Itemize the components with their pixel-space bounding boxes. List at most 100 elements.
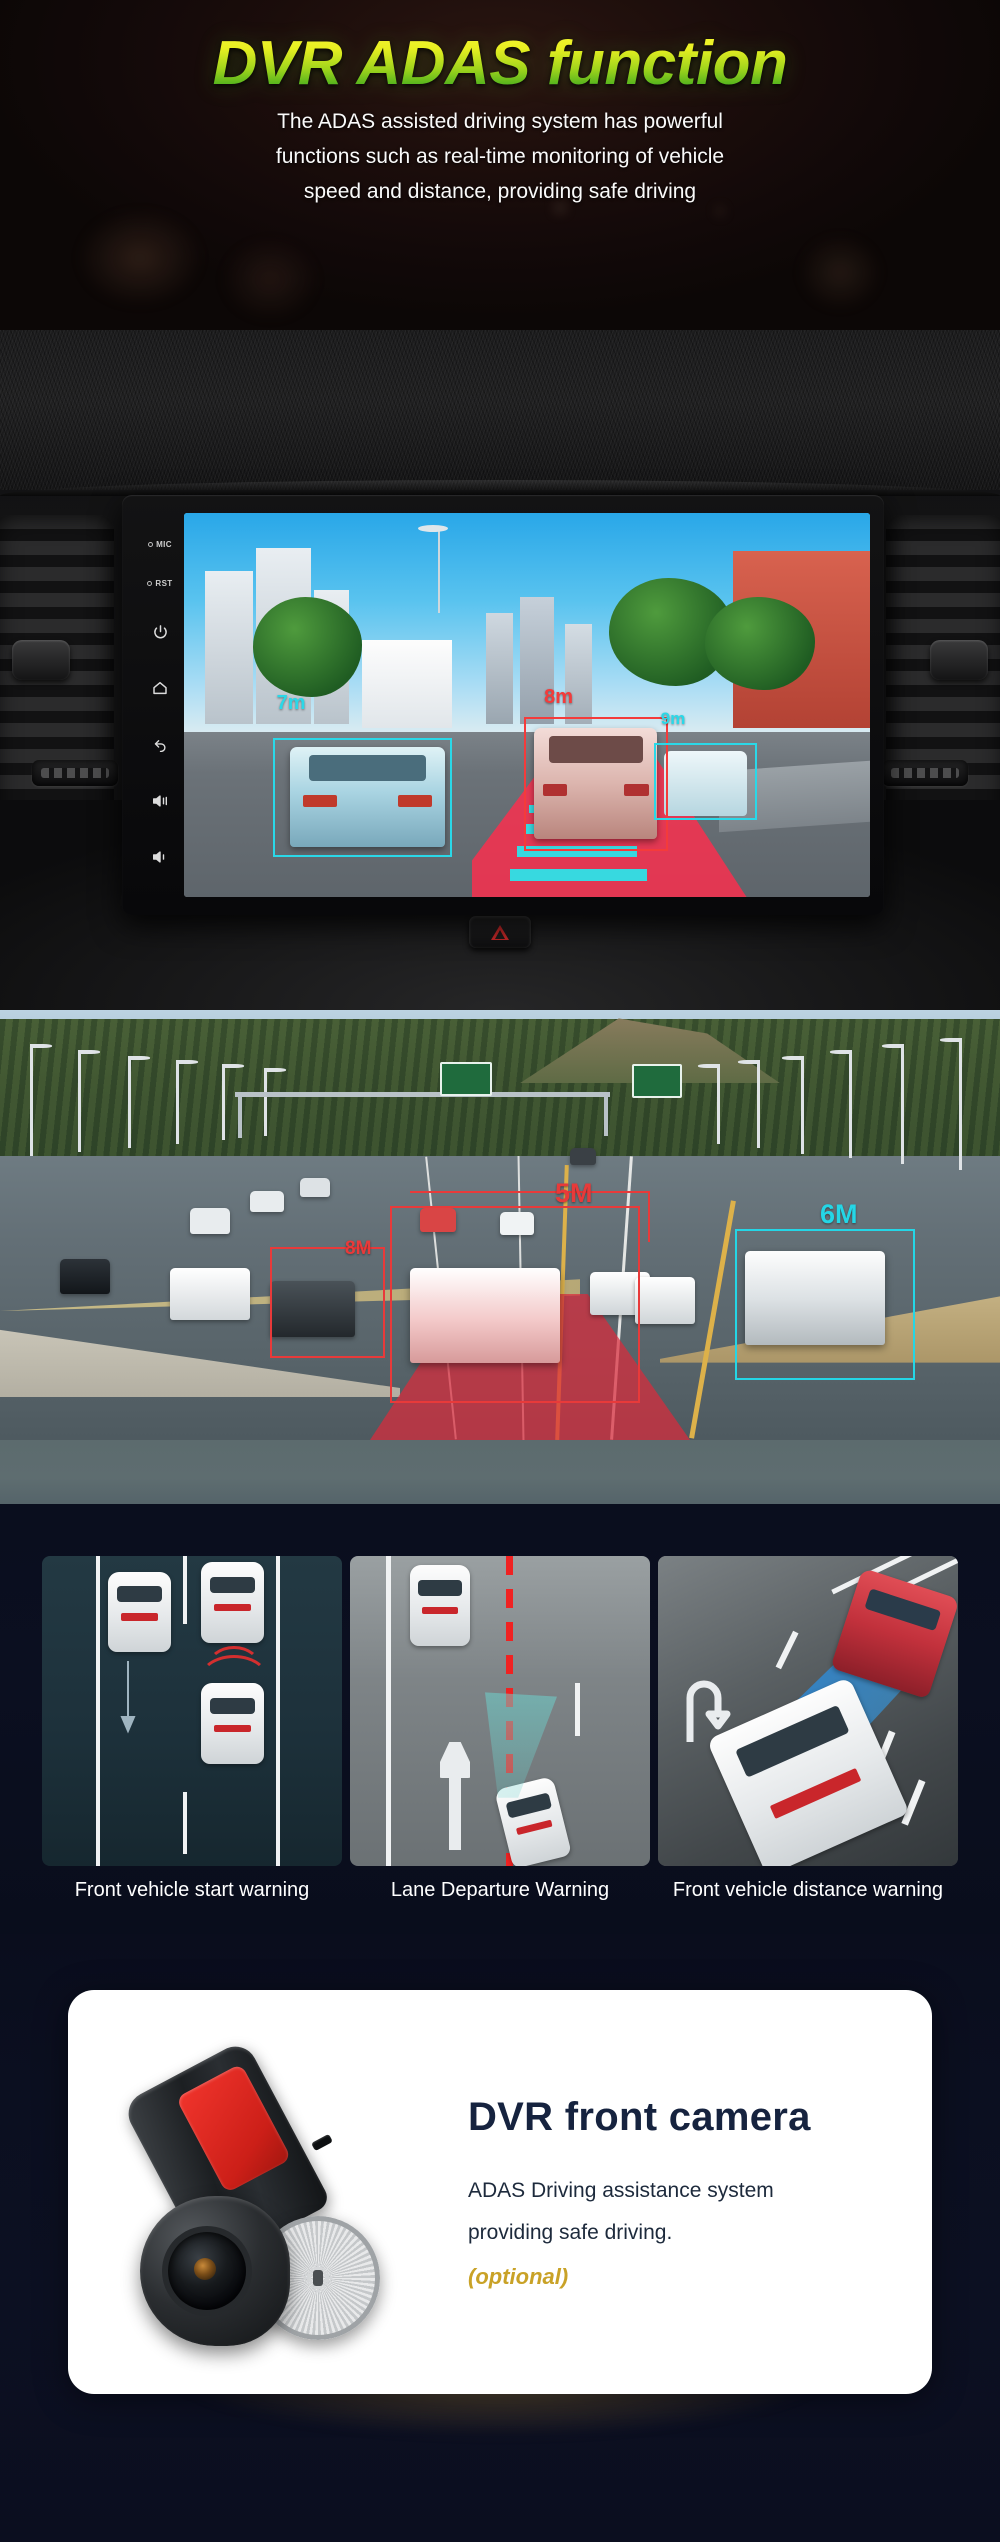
- light-pole: [782, 1056, 804, 1154]
- hero-section: DVR ADAS function The ADAS assisted driv…: [0, 0, 1000, 330]
- dashboard-section: MIC RST 7m 8m 9m: [0, 330, 1000, 1010]
- detection-box-right: [653, 743, 757, 821]
- light-pole: [940, 1038, 962, 1170]
- detection-box-left: [273, 737, 452, 857]
- feature-card-lane-departure[interactable]: [350, 1556, 650, 1866]
- highway-vehicle: [250, 1190, 284, 1213]
- dvr-camera-card: DVR front camera ADAS Driving assistance…: [68, 1990, 932, 2394]
- reset-label-text: RST: [155, 579, 173, 589]
- vent-slats: [886, 515, 1000, 845]
- home-icon[interactable]: [147, 675, 173, 701]
- highway-vehicle: [170, 1268, 250, 1320]
- vent-knob[interactable]: [12, 640, 70, 680]
- highway-vehicle: [570, 1147, 596, 1165]
- dvr-camera-section: DVR front camera ADAS Driving assistance…: [0, 1934, 1000, 2542]
- dashcam-device-illustration: [116, 2038, 416, 2346]
- feature-label-front-vehicle-start: Front vehicle start warning: [74, 1879, 310, 1901]
- light-pole: [30, 1044, 52, 1156]
- air-vent-left: [0, 515, 118, 845]
- highway-vehicle: [300, 1177, 330, 1198]
- car-top-view: [201, 1562, 264, 1643]
- light-pole: [78, 1050, 100, 1152]
- light-pole: [264, 1068, 286, 1136]
- lane-line: [96, 1556, 100, 1866]
- power-icon[interactable]: [147, 619, 173, 645]
- volume-up-icon[interactable]: [147, 788, 173, 814]
- light-pole: [830, 1050, 852, 1158]
- back-icon[interactable]: [147, 731, 173, 757]
- billboard-wall: [362, 639, 452, 729]
- dashcam-port: [311, 2133, 333, 2152]
- section-separator-band: [0, 1440, 1000, 1504]
- highway-detection-box-8m: [270, 1246, 385, 1359]
- gantry-leg: [238, 1092, 242, 1138]
- dvr-body-line-1: ADAS Driving assistance system: [468, 2178, 774, 2202]
- adas-product-page: DVR ADAS function The ADAS assisted driv…: [0, 0, 1000, 2542]
- dashcam-lens: [168, 2232, 246, 2310]
- direction-arrow-icon: [120, 1661, 136, 1740]
- console-button-right[interactable]: [882, 760, 968, 786]
- tree: [705, 597, 816, 690]
- hero-subtitle-line-3: speed and distance, providing safe drivi…: [303, 180, 697, 203]
- overhead-gantry: [235, 1092, 610, 1097]
- light-pole: [176, 1060, 198, 1144]
- car-top-view: [108, 1571, 171, 1653]
- forward-arrow-icon: [436, 1738, 474, 1855]
- light-pole: [222, 1064, 244, 1140]
- mic-label-icon: MIC: [148, 540, 172, 549]
- dvr-optional-note: (optional): [468, 2263, 569, 2289]
- vent-knob[interactable]: [930, 640, 988, 680]
- head-unit-screen[interactable]: 7m 8m 9m: [184, 513, 870, 897]
- dvr-camera-body: ADAS Driving assistance system providing…: [468, 2170, 876, 2254]
- highway-distance-label-6m: 6M: [820, 1199, 858, 1230]
- highway-vehicle: [635, 1276, 695, 1324]
- light-pole: [738, 1060, 760, 1148]
- street-lamp: [417, 525, 448, 613]
- head-unit-side-buttons: MIC RST: [136, 513, 184, 897]
- light-pole: [698, 1064, 720, 1144]
- gantry-leg: [604, 1092, 608, 1136]
- dvr-camera-text: DVR front camera ADAS Driving assistance…: [468, 2095, 932, 2290]
- highway-distance-label-5m: 5M: [555, 1177, 593, 1208]
- distance-label-8m: 8m: [544, 685, 574, 708]
- car-head-unit: MIC RST 7m 8m 9m: [122, 495, 884, 915]
- lane-dash: [183, 1556, 187, 1625]
- highway-adas-photo: 8M 5M 6M: [0, 1010, 1000, 1440]
- light-pole: [128, 1056, 150, 1148]
- feature-card-front-vehicle-start[interactable]: [42, 1556, 342, 1866]
- lane-dash: [575, 1683, 580, 1736]
- highway-sign: [440, 1062, 492, 1096]
- building: [204, 570, 253, 725]
- lane-line: [386, 1556, 391, 1866]
- dvr-camera-title: DVR front camera: [468, 2094, 811, 2139]
- reset-label-icon[interactable]: RST: [147, 579, 172, 588]
- hazard-triangle-icon: [491, 924, 509, 940]
- highway-distance-label-8m: 8M: [345, 1237, 372, 1259]
- building: [485, 612, 514, 725]
- highway-vehicle: [190, 1207, 230, 1234]
- building: [564, 624, 593, 725]
- feature-label-distance-warning: Front vehicle distance warning: [672, 1879, 944, 1901]
- car-top-view: [410, 1565, 470, 1646]
- hero-subtitle: The ADAS assisted driving system has pow…: [140, 104, 860, 209]
- feature-label-list: Front vehicle start warning Lane Departu…: [0, 1876, 1000, 1916]
- page-title: DVR ADAS function: [0, 28, 1000, 99]
- crosswalk-stripe: [509, 869, 648, 882]
- hero-subtitle-line-1: The ADAS assisted driving system has pow…: [277, 110, 723, 133]
- hazard-light-button[interactable]: [469, 916, 531, 948]
- feature-card-distance-warning[interactable]: [658, 1556, 958, 1866]
- features-section: Front vehicle start warning Lane Departu…: [0, 1504, 1000, 1934]
- proximity-wave-icon: [198, 1655, 270, 1708]
- feature-label-lane-departure: Lane Departure Warning: [390, 1879, 610, 1901]
- volume-down-icon[interactable]: [147, 844, 173, 870]
- vent-slats: [0, 515, 114, 845]
- highway-detection-box-6m: [735, 1229, 915, 1380]
- console-button-left[interactable]: [32, 760, 118, 786]
- detection-box-center: [523, 716, 668, 851]
- air-vent-right: [882, 515, 1000, 845]
- mic-label-text: MIC: [156, 540, 172, 550]
- light-pole: [882, 1044, 904, 1164]
- distance-label-7m: 7m: [276, 691, 306, 714]
- hero-subtitle-line-2: functions such as real-time monitoring o…: [275, 145, 725, 168]
- lane-dash: [183, 1791, 187, 1854]
